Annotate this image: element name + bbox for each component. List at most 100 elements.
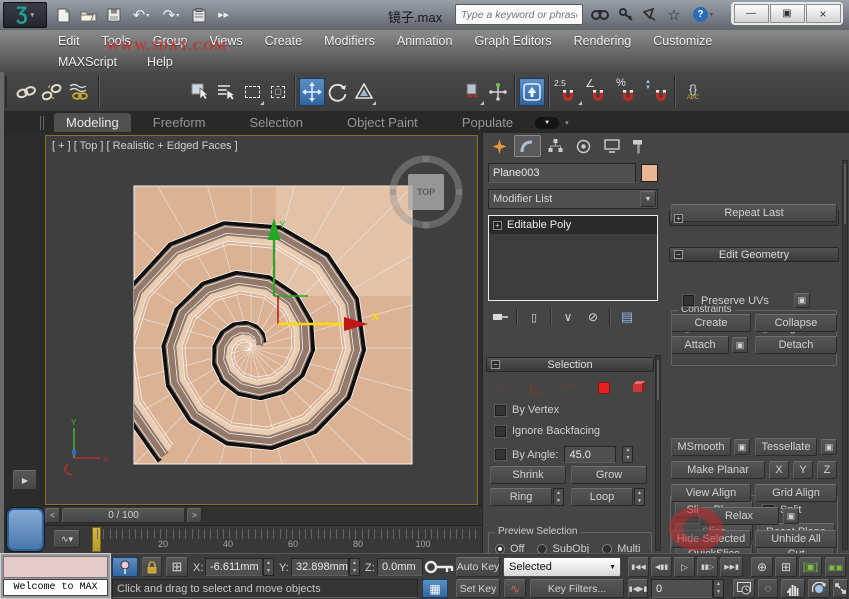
search-input[interactable]	[455, 4, 583, 25]
tab-utilities[interactable]	[626, 135, 653, 157]
current-frame-spinner[interactable]: ▲▼	[713, 579, 724, 598]
minimize-button[interactable]: —	[734, 4, 769, 23]
attach-settings-button[interactable]: ▣	[732, 337, 748, 353]
absolute-offset-mode-toggle[interactable]: ⊞	[166, 557, 188, 577]
grow-button[interactable]: Grow	[571, 466, 647, 484]
loop-spinner[interactable]: ▲▼	[634, 488, 645, 506]
select-and-rotate-button[interactable]	[325, 78, 351, 106]
polygon-subobject-button[interactable]	[598, 382, 610, 394]
ring-button[interactable]: Ring	[490, 488, 552, 506]
zoom-extents-all-button[interactable]: ▣▣	[825, 557, 846, 577]
repeat-last-button[interactable]: Repeat Last	[671, 204, 837, 222]
select-by-name-button[interactable]	[213, 78, 239, 106]
tab-motion[interactable]	[570, 135, 597, 157]
pan-view-button[interactable]	[781, 579, 805, 598]
key-mode-toggle[interactable]: ▮◀▶▮	[628, 579, 648, 598]
ring-spinner[interactable]: ▲▼	[553, 488, 564, 506]
selection-rollout-header[interactable]: − Selection	[486, 357, 654, 372]
relax-settings-button[interactable]: ▣	[783, 508, 799, 524]
menu-customize[interactable]: Customize	[653, 34, 712, 48]
collapse-button[interactable]: Collapse	[755, 314, 837, 332]
play-button[interactable]: ▷	[674, 557, 695, 577]
select-and-manipulate-button[interactable]	[485, 78, 511, 106]
ribbon-minimize-pill[interactable]: ▼	[535, 117, 559, 129]
minimized-panel-button[interactable]	[7, 508, 44, 551]
select-and-move-button[interactable]	[299, 78, 325, 106]
relax-button[interactable]: Relax	[699, 507, 779, 525]
select-object-button[interactable]	[187, 78, 213, 106]
track-bar[interactable]: ∿▾ 0 20 40 60 80 100	[42, 525, 482, 553]
default-in-out-tangents-button[interactable]: ∿	[504, 579, 526, 598]
tab-create[interactable]	[486, 135, 513, 157]
viewport[interactable]: Y X TOP Y	[45, 135, 478, 505]
key-subscription-icon[interactable]	[616, 4, 636, 26]
chevron-down-icon[interactable]: ▾	[565, 119, 569, 127]
msmooth-button[interactable]: MSmooth	[671, 438, 731, 456]
set-key-button[interactable]: Set Key	[456, 579, 500, 598]
menu-rendering[interactable]: Rendering	[574, 34, 632, 48]
viewport-label[interactable]: [ + ] [ Top ] [ Realistic + Edged Faces …	[52, 140, 238, 152]
open-file-button[interactable]	[77, 4, 100, 26]
stack-item-editable-poly[interactable]: + Editable Poly	[489, 216, 657, 234]
x-coordinate-spinner[interactable]: ▲▼	[263, 558, 274, 576]
by-angle-spinner[interactable]: ▲▼	[622, 446, 633, 463]
create-button[interactable]: Create	[671, 314, 751, 332]
panel-scrollbar-left[interactable]	[655, 355, 661, 551]
make-unique-button[interactable]: ∨	[556, 307, 580, 327]
redo-button[interactable]: ↷▾	[157, 4, 185, 26]
toolbar-overflow-button[interactable]: ▶▶	[212, 4, 235, 26]
help-button[interactable]: ?▾	[688, 4, 718, 26]
panel-scrollbar-right[interactable]	[842, 160, 848, 550]
menu-maxscript[interactable]: MAXScript	[58, 55, 117, 69]
show-end-result-button[interactable]: ▯	[522, 307, 546, 327]
time-configuration-button[interactable]	[733, 579, 755, 598]
edit-named-selection-sets-button[interactable]: {}ABC	[679, 78, 707, 106]
time-slider-bar[interactable]: 0 / 100	[62, 508, 185, 523]
previous-frame-slider-button[interactable]: <	[45, 508, 60, 523]
object-color-swatch[interactable]	[641, 164, 658, 182]
tessellate-button[interactable]: Tessellate	[755, 438, 817, 456]
application-menu-button[interactable]: Ʒ ▾	[3, 2, 47, 28]
remove-modifier-button[interactable]: ⊘	[581, 307, 605, 327]
select-and-scale-button[interactable]	[351, 78, 377, 106]
by-angle-field[interactable]: 45.0	[564, 446, 616, 463]
isolate-selection-toggle[interactable]	[112, 557, 138, 577]
previous-frame-button[interactable]: ◀▮▮	[651, 557, 672, 577]
keyboard-shortcut-override-button[interactable]	[519, 78, 545, 106]
tessellate-settings-button[interactable]: ▣	[821, 439, 837, 455]
bind-to-space-warp-button[interactable]	[65, 78, 95, 106]
tab-modify[interactable]	[514, 135, 541, 157]
y-coordinate-field[interactable]: 32.898mm	[291, 558, 349, 576]
next-frame-button[interactable]: ▮▮▷	[697, 557, 718, 577]
menu-help[interactable]: Help	[147, 55, 173, 69]
grid-align-button[interactable]: Grid Align	[755, 484, 837, 502]
next-frame-slider-button[interactable]: >	[187, 508, 202, 523]
welcome-window[interactable]: Welcome to MAX	[0, 553, 111, 599]
tab-freeform[interactable]: Freeform	[131, 113, 228, 132]
z-coordinate-field[interactable]: 0.0mm	[377, 558, 423, 576]
ribbon-grip[interactable]	[40, 116, 44, 130]
preserve-uvs-settings-button[interactable]: ▣	[794, 293, 810, 308]
tab-hierarchy[interactable]	[542, 135, 569, 157]
detach-button[interactable]: Detach	[755, 336, 837, 354]
menu-animation[interactable]: Animation	[397, 34, 453, 48]
rectangular-selection-region-button[interactable]	[239, 78, 265, 106]
new-file-button[interactable]	[52, 4, 75, 26]
scene-explorer-expand-button[interactable]: ▶	[13, 470, 37, 490]
go-to-end-button[interactable]: ▶▶▮	[720, 557, 743, 577]
loop-button[interactable]: Loop	[571, 488, 633, 506]
menu-create[interactable]: Create	[265, 34, 303, 48]
current-frame-field[interactable]: 0	[651, 579, 713, 598]
maximize-viewport-toggle[interactable]	[833, 579, 848, 598]
make-planar-y-button[interactable]: Y	[793, 461, 813, 479]
set-keys-key-icon[interactable]	[424, 560, 454, 575]
unhide-all-button[interactable]: Unhide All	[755, 530, 837, 548]
by-vertex-checkbox[interactable]	[495, 405, 506, 416]
menu-edit[interactable]: Edit	[58, 34, 80, 48]
configure-modifier-sets-button[interactable]: ▤	[615, 307, 639, 327]
tab-modeling[interactable]: Modeling	[54, 113, 131, 132]
field-of-view-button[interactable]: ◌	[758, 579, 778, 598]
selected-filter-dropdown[interactable]: Selected ▼	[503, 557, 621, 577]
spinner-snap-toggle-button[interactable]: ▲▼	[643, 78, 671, 106]
window-crossing-toggle-button[interactable]: ▢	[265, 78, 291, 106]
